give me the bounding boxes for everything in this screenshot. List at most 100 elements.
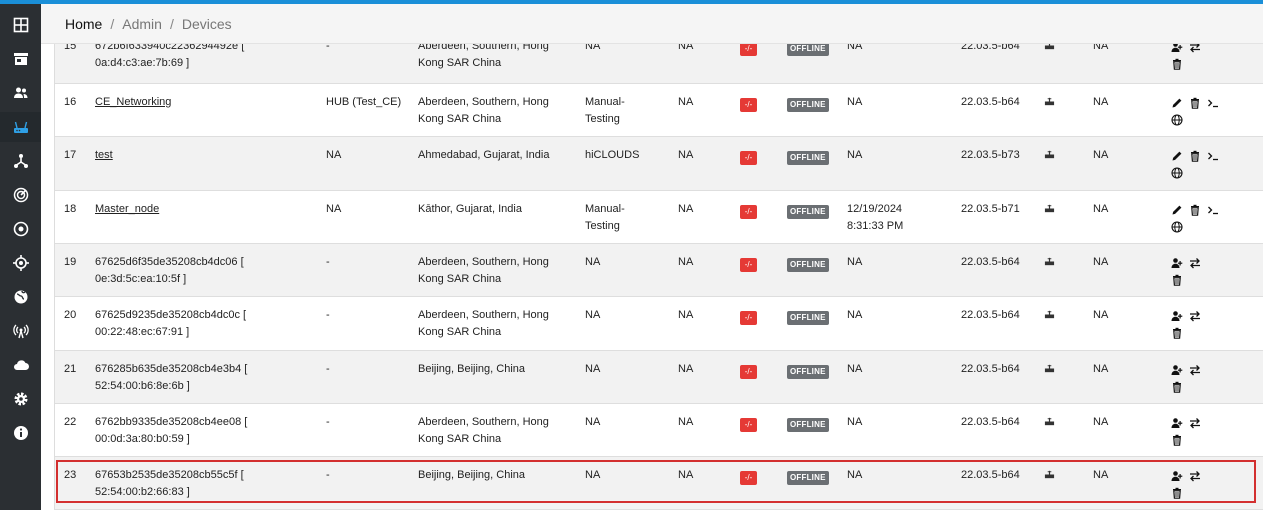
connection-badge-label[interactable]: -/-: [740, 258, 757, 272]
device-name-line1: 67625d6f35de35208cb4dc06 [: [95, 256, 244, 268]
settings-icon[interactable]: [0, 384, 41, 414]
edit-icon[interactable]: [1171, 95, 1185, 111]
last-seen-line1: NA: [847, 469, 863, 481]
table-row[interactable]: 21 676285b635de35208cb4e3b4 [52:54:00:b6:…: [55, 351, 1263, 404]
firmware-version: 22.03.5-b64: [961, 256, 1020, 268]
connection-badge-label[interactable]: -/-: [740, 418, 757, 432]
transfer-icon[interactable]: [1189, 415, 1203, 431]
connection-badge[interactable]: -/-: [740, 256, 757, 273]
antenna-icon[interactable]: [0, 316, 41, 346]
crosshair-icon[interactable]: [0, 248, 41, 278]
info-icon[interactable]: [0, 418, 41, 448]
device-name-link[interactable]: test: [95, 149, 113, 161]
connection-badge-label[interactable]: -/-: [740, 311, 757, 325]
connection-badge[interactable]: -/-: [740, 203, 757, 220]
edit-icon[interactable]: [1171, 148, 1185, 164]
device-name-link[interactable]: CE_Networking: [95, 96, 171, 108]
users-icon[interactable]: [0, 78, 41, 108]
table-row[interactable]: 23 67653b2535de35208cb55c5f [52:54:00:b2:…: [55, 457, 1263, 510]
connection-badge[interactable]: -/-: [740, 96, 757, 113]
delete-icon[interactable]: [1171, 325, 1185, 341]
table-row[interactable]: 15 672b6f633940c2236294492e [0a:d4:c3:ae:…: [55, 44, 1263, 84]
radar-icon[interactable]: [0, 180, 41, 210]
device-organization: NA: [585, 361, 673, 378]
add-user-icon[interactable]: [1171, 415, 1185, 431]
breadcrumb-home[interactable]: Home: [65, 16, 102, 32]
add-user-icon[interactable]: [1171, 308, 1185, 324]
firmware-version: 22.03.5-b64: [961, 363, 1020, 375]
device-name: 6762bb9335de35208cb4ee08 [00:0d:3a:80:b0…: [95, 414, 320, 448]
delete-icon[interactable]: [1171, 485, 1185, 501]
cloud-icon[interactable]: [0, 350, 41, 380]
connection-badge[interactable]: -/-: [740, 44, 757, 57]
connection-badge[interactable]: -/-: [740, 469, 757, 486]
last-seen-line1: NA: [847, 416, 863, 428]
delete-icon[interactable]: [1171, 432, 1185, 448]
connection-badge-label[interactable]: -/-: [740, 44, 757, 56]
router-icon[interactable]: [0, 112, 41, 142]
device-location: Aberdeen, Southern, Hong Kong SAR China: [418, 414, 583, 448]
device-name-line1: 676285b635de35208cb4e3b4 [: [95, 363, 248, 375]
table-row[interactable]: 19 67625d6f35de35208cb4dc06 [0e:3d:5c:ea:…: [55, 244, 1263, 297]
table-row[interactable]: 17 test NA Ahmedabad, Gujarat, India hiCLOUD…: [55, 137, 1263, 191]
dashboard-icon[interactable]: [0, 10, 41, 40]
globe-icon[interactable]: [0, 282, 41, 312]
network-icon[interactable]: [0, 146, 41, 176]
transfer-icon[interactable]: [1189, 468, 1203, 484]
location-line1: Aberdeen, Southern, Hong: [418, 96, 549, 108]
device-name-line2: 0e:3d:5c:ea:10:5f ]: [95, 273, 187, 285]
connection-badge[interactable]: -/-: [740, 416, 757, 433]
add-user-icon[interactable]: [1171, 362, 1185, 378]
terminal-icon[interactable]: [1207, 148, 1221, 164]
device-organization: hiCLOUDS: [585, 147, 673, 164]
last-seen: NA: [847, 361, 952, 378]
breadcrumb-admin[interactable]: Admin: [122, 16, 162, 32]
table-row[interactable]: 20 67625d9235de35208cb4dc0c [00:22:48:ec:…: [55, 297, 1263, 351]
add-user-icon[interactable]: [1171, 468, 1185, 484]
connection-badge-label[interactable]: -/-: [740, 98, 757, 112]
connection-badge[interactable]: -/-: [740, 363, 757, 380]
device-organization: NA: [585, 414, 673, 431]
table-row[interactable]: 22 6762bb9335de35208cb4ee08 [00:0d:3a:80:…: [55, 404, 1263, 457]
connection-badge[interactable]: -/-: [740, 309, 757, 326]
delete-icon[interactable]: [1171, 272, 1185, 288]
delete-icon[interactable]: [1189, 202, 1203, 218]
breadcrumb-devices: Devices: [181, 15, 232, 32]
status-badge: OFFLINE: [787, 469, 829, 486]
device-name: 67653b2535de35208cb55c5f [52:54:00:b2:66…: [95, 467, 320, 501]
web-access-icon[interactable]: [1171, 112, 1185, 128]
delete-icon[interactable]: [1189, 148, 1203, 164]
connection-badge-label[interactable]: -/-: [740, 471, 757, 485]
organization-line2: Testing: [585, 113, 620, 125]
delete-icon[interactable]: [1171, 379, 1185, 395]
organization-line1: NA: [585, 309, 601, 321]
store-icon[interactable]: [0, 44, 41, 74]
location-line1: Kāthor, Gujarat, India: [418, 203, 522, 215]
row-actions: [1171, 44, 1231, 73]
add-user-icon[interactable]: [1171, 255, 1185, 271]
edit-icon[interactable]: [1171, 202, 1185, 218]
terminal-icon[interactable]: [1207, 202, 1221, 218]
transfer-icon[interactable]: [1189, 255, 1203, 271]
sidebar: [0, 4, 41, 510]
last-seen-line1: NA: [847, 309, 863, 321]
connection-badge-label[interactable]: -/-: [740, 151, 757, 165]
target-icon[interactable]: [0, 214, 41, 244]
terminal-icon[interactable]: [1207, 95, 1221, 111]
connection-badge-label[interactable]: -/-: [740, 205, 757, 219]
transfer-icon[interactable]: [1189, 308, 1203, 324]
web-access-icon[interactable]: [1171, 165, 1185, 181]
device-name-link[interactable]: Master_node: [95, 203, 159, 215]
add-user-icon[interactable]: [1171, 44, 1185, 55]
device-name-line1: 6762bb9335de35208cb4ee08 [: [95, 416, 248, 428]
delete-icon[interactable]: [1189, 95, 1203, 111]
transfer-icon[interactable]: [1189, 44, 1203, 55]
delete-icon[interactable]: [1171, 56, 1185, 72]
connection-badge-label[interactable]: -/-: [740, 365, 757, 379]
transfer-icon[interactable]: [1189, 362, 1203, 378]
status-badge-label: OFFLINE: [787, 151, 829, 165]
connection-badge[interactable]: -/-: [740, 149, 757, 166]
table-row[interactable]: 16 CE_Networking HUB (Test_CE) Aberdeen, So…: [55, 84, 1263, 137]
web-access-icon[interactable]: [1171, 219, 1185, 235]
table-row[interactable]: 18 Master_node NA Kāthor, Gujarat, India Man…: [55, 191, 1263, 244]
